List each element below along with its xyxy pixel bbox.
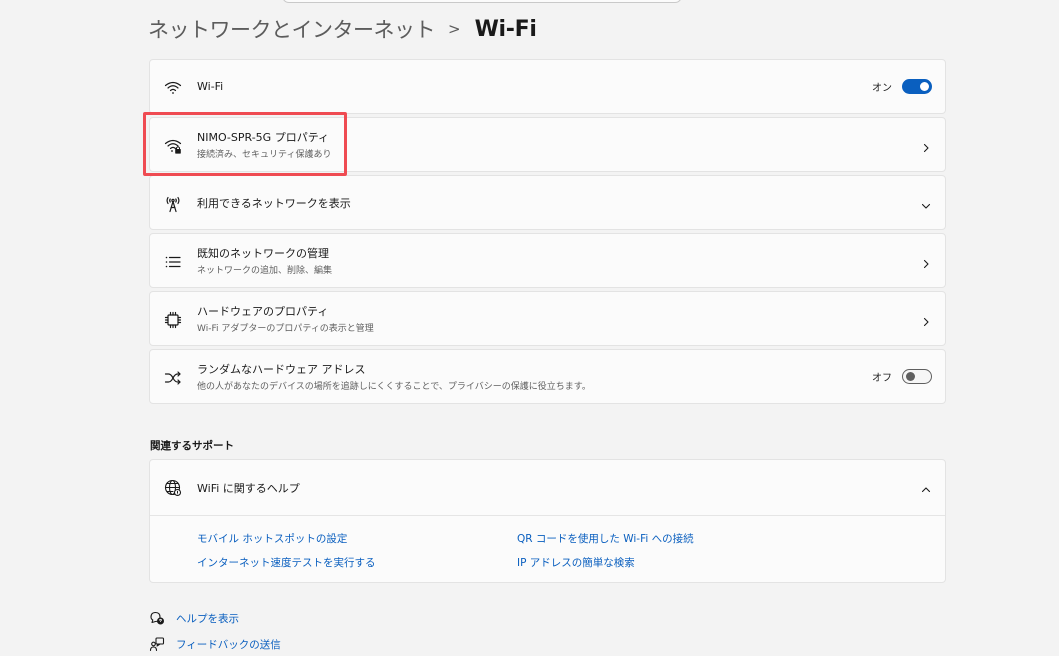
antenna-icon <box>163 194 183 214</box>
random-hardware-address-title: ランダムなハードウェア アドレス <box>197 363 366 376</box>
wifi-help-card: WiFi に関するヘルプ モバイル ホットスポットの設定 インターネット速度テス… <box>149 459 946 583</box>
wifi-row-text: Wi-Fi <box>197 60 223 113</box>
chevron-right-icon <box>920 313 932 327</box>
get-help-text: ヘルプを表示 <box>176 612 239 625</box>
random-address-toggle-label: オフ <box>872 373 892 384</box>
qr-code-link[interactable]: QR コードを使用した Wi-Fi への接続 <box>517 531 694 546</box>
hardware-properties-text: ハードウェアのプロパティ Wi-Fi アダプターのプロパティの表示と管理 <box>197 292 374 345</box>
known-networks-title: 既知のネットワークの管理 <box>197 247 329 260</box>
known-networks-text: 既知のネットワークの管理 ネットワークの追加、削除、編集 <box>197 234 332 287</box>
available-networks-row[interactable]: 利用できるネットワークを表示 <box>149 175 946 230</box>
breadcrumb-parent[interactable]: ネットワークとインターネット <box>148 14 436 44</box>
wifi-toggle-switch[interactable] <box>902 79 932 94</box>
globe-icon <box>163 478 183 498</box>
hardware-properties-title: ハードウェアのプロパティ <box>197 305 329 318</box>
available-networks-title: 利用できるネットワークを表示 <box>197 196 351 210</box>
speed-test-link[interactable]: インターネット速度テストを実行する <box>197 555 376 570</box>
breadcrumb: ネットワークとインターネット > Wi-Fi <box>148 12 537 46</box>
ip-address-link[interactable]: IP アドレスの簡単な検索 <box>517 555 635 570</box>
random-hardware-address-text: ランダムなハードウェア アドレス 他の人があなたのデバイスの場所を追跡しにくくす… <box>197 350 591 403</box>
page-title: Wi-Fi <box>474 16 537 42</box>
chevron-up-icon[interactable] <box>920 481 932 493</box>
wifi-help-header[interactable]: WiFi に関するヘルプ <box>150 460 945 516</box>
known-networks-row[interactable]: 既知のネットワークの管理 ネットワークの追加、削除、編集 <box>149 233 946 288</box>
list-icon <box>163 252 183 272</box>
wifi-help-title: WiFi に関するヘルプ <box>197 481 300 495</box>
mobile-hotspot-link[interactable]: モバイル ホットスポットの設定 <box>197 531 347 546</box>
available-networks-text: 利用できるネットワークを表示 <box>197 176 351 229</box>
random-hardware-address-row[interactable]: ランダムなハードウェア アドレス 他の人があなたのデバイスの場所を追跡しにくくす… <box>149 349 946 404</box>
chevron-right-icon <box>920 139 932 153</box>
highlight-box <box>143 112 347 176</box>
wifi-help-text: WiFi に関するヘルプ <box>197 460 300 515</box>
random-hardware-address-subtitle: 他の人があなたのデバイスの場所を追跡しにくくすることで、プライバシーの保護に役立… <box>197 382 591 392</box>
wifi-toggle-control[interactable]: オン <box>872 79 932 94</box>
wifi-row-title: Wi-Fi <box>197 80 224 93</box>
send-feedback-text: フィードバックの送信 <box>176 638 281 651</box>
chevron-right-icon <box>920 255 932 269</box>
feedback-icon <box>149 636 165 652</box>
wifi-toggle-row[interactable]: Wi-Fi オン <box>149 59 946 114</box>
random-address-toggle-switch[interactable] <box>902 369 932 384</box>
known-networks-subtitle: ネットワークの追加、削除、編集 <box>197 266 333 276</box>
send-feedback-link[interactable]: フィードバックの送信 <box>149 636 281 652</box>
window-top-handle <box>282 0 682 3</box>
related-support-title: 関連するサポート <box>150 440 234 452</box>
wifi-icon <box>163 78 183 98</box>
random-address-toggle-control[interactable]: オフ <box>872 369 932 384</box>
wifi-toggle-label: オン <box>872 83 892 94</box>
chip-icon <box>163 310 183 330</box>
chevron-down-icon[interactable] <box>920 197 932 209</box>
hardware-properties-subtitle: Wi-Fi アダプターのプロパティの表示と管理 <box>197 324 374 334</box>
breadcrumb-separator: > <box>448 20 461 38</box>
hardware-properties-row[interactable]: ハードウェアのプロパティ Wi-Fi アダプターのプロパティの表示と管理 <box>149 291 946 346</box>
help-chat-icon <box>149 610 165 626</box>
shuffle-icon <box>163 368 183 388</box>
get-help-link[interactable]: ヘルプを表示 <box>149 610 239 626</box>
